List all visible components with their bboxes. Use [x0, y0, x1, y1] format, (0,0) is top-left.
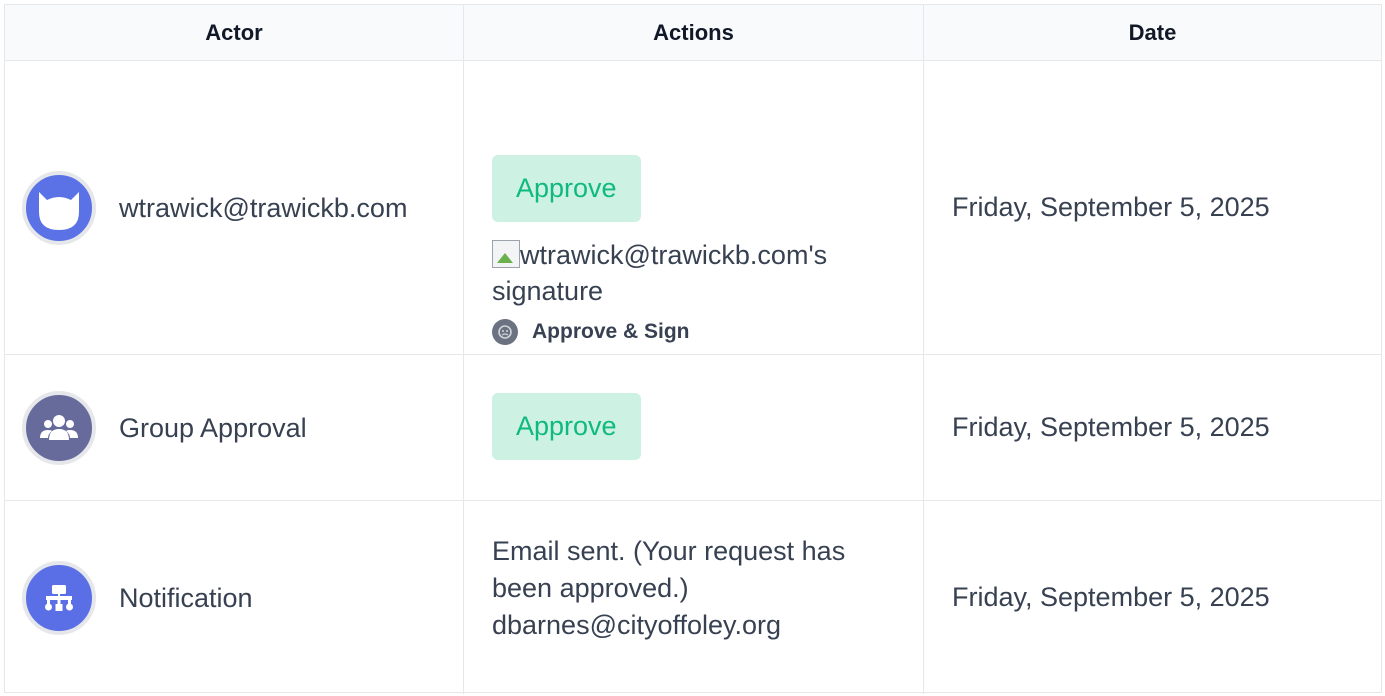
date-text: Friday, September 5, 2025 [952, 582, 1270, 612]
table-row: wtrawick@trawickb.com Approve wtrawick@t… [5, 61, 1381, 355]
notification-text: Email sent. (Your request has been appro… [492, 536, 846, 640]
actor-cell: Group Approval [5, 355, 464, 500]
actor-name: Notification [119, 582, 253, 613]
avatar [22, 390, 96, 465]
actor-cell: Notification [5, 501, 464, 694]
broken-image-icon [492, 240, 520, 268]
actions-cell: Email sent. (Your request has been appro… [464, 501, 924, 694]
table-row: Notification Email sent. (Your request h… [5, 501, 1381, 694]
date-text: Friday, September 5, 2025 [952, 412, 1270, 442]
approval-history-table: Actor Actions Date wtrawick@trawickb.com… [4, 4, 1382, 694]
sitemap-icon [45, 584, 73, 611]
actions-cell: Approve [464, 355, 924, 500]
approve-sign-label: Approve & Sign [532, 320, 690, 343]
actor-cell: wtrawick@trawickb.com [5, 61, 464, 354]
date-cell: Friday, September 5, 2025 [924, 355, 1381, 500]
table-header-row: Actor Actions Date [5, 5, 1381, 61]
date-cell: Friday, September 5, 2025 [924, 501, 1381, 694]
column-header-date: Date [1128, 19, 1177, 45]
date-cell: Friday, September 5, 2025 [924, 61, 1381, 354]
date-text: Friday, September 5, 2025 [952, 192, 1270, 222]
approve-sign-label-row: Approve & Sign [492, 319, 923, 345]
signature-image: wtrawick@trawickb.com's signature [492, 237, 892, 309]
cat-face-icon [39, 191, 79, 230]
signature-alt-text: wtrawick@trawickb.com's signature [492, 240, 828, 306]
actor-name: wtrawick@trawickb.com [119, 192, 408, 223]
approve-status-badge: Approve [492, 155, 641, 222]
column-header-actor: Actor [5, 5, 464, 60]
signature-avatar-icon [492, 319, 518, 345]
avatar [22, 560, 96, 635]
actions-cell: Approve wtrawick@trawickb.com's signatur… [464, 61, 924, 354]
column-header-actions: Actions [464, 5, 924, 60]
users-group-icon [40, 414, 78, 440]
avatar [22, 170, 96, 245]
actor-name: Group Approval [119, 412, 307, 443]
approve-status-badge: Approve [492, 393, 641, 460]
table-row: Group Approval Approve Friday, September… [5, 355, 1381, 501]
